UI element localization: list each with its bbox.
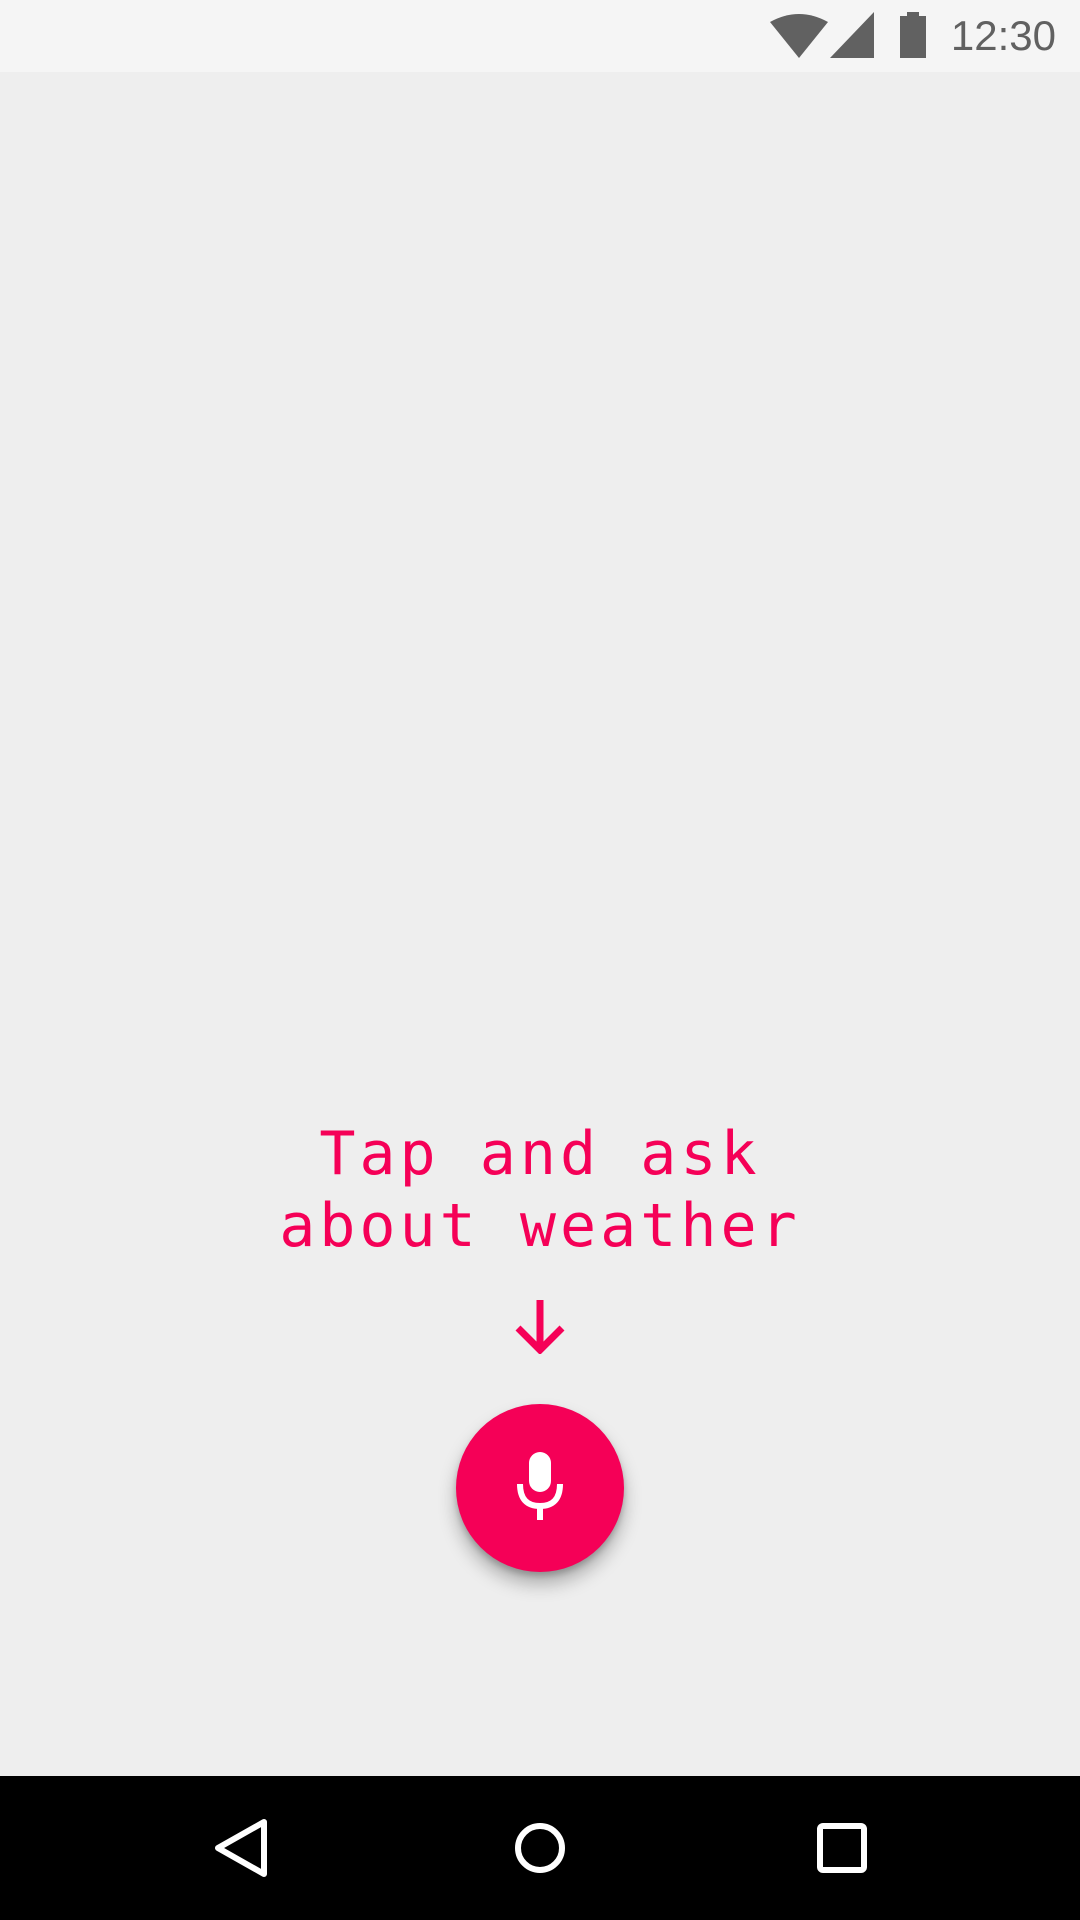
app-screen: 12:30 Tap and ask about weather <box>0 0 1080 1920</box>
prompt-line-2: about weather <box>279 1191 801 1261</box>
status-bar: 12:30 <box>0 0 1080 72</box>
arrow-down-icon <box>515 1300 565 1354</box>
prompt-text: Tap and ask about weather <box>0 1118 1080 1262</box>
back-icon[interactable] <box>204 1812 276 1884</box>
battery-icon <box>900 12 926 58</box>
prompt-line-1: Tap and ask <box>319 1119 761 1189</box>
microphone-button[interactable] <box>456 1404 624 1572</box>
cell-signal-icon <box>830 12 874 58</box>
recents-icon[interactable] <box>806 1812 878 1884</box>
wifi-icon <box>770 14 828 58</box>
home-icon[interactable] <box>504 1812 576 1884</box>
navigation-bar <box>0 1776 1080 1920</box>
status-time: 12:30 <box>950 12 1056 59</box>
microphone-icon <box>517 1452 563 1520</box>
